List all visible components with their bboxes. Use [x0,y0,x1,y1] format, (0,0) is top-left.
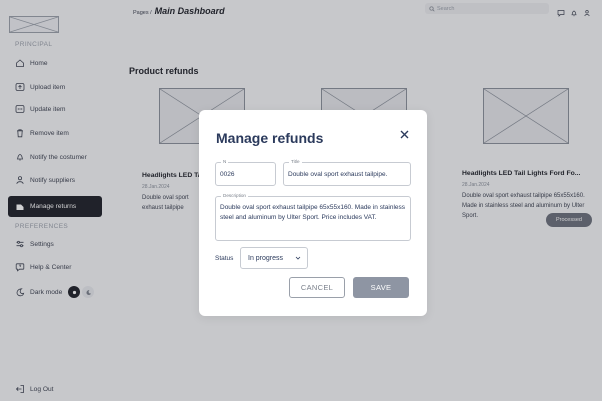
chevron-down-icon [295,255,301,263]
modal-title: Manage refunds [216,130,324,146]
cancel-button[interactable]: CANCEL [289,277,345,298]
field-label: Description [221,193,248,198]
field-label: Title [289,159,302,164]
status-label: Status [215,255,234,262]
close-icon[interactable] [397,127,411,141]
status-select-value: In progress [248,254,284,262]
refund-description-field[interactable]: Description Double oval sport exhaust ta… [215,193,411,241]
field-label: N [221,159,229,164]
manage-refunds-modal: Manage refunds N 0026 Title Double oval … [199,110,427,316]
field-value: Double oval sport exhaust tailpipe 65x55… [220,204,406,221]
refund-number-field[interactable]: N 0026 [215,159,276,186]
refund-title-field[interactable]: Title Double oval sport exhaust tailpipe… [283,159,411,186]
field-value: Double oval sport exhaust tailpipe. [288,171,388,178]
field-value: 0026 [220,171,235,178]
save-button[interactable]: SAVE [353,277,409,298]
status-select[interactable]: In progress [240,247,308,269]
